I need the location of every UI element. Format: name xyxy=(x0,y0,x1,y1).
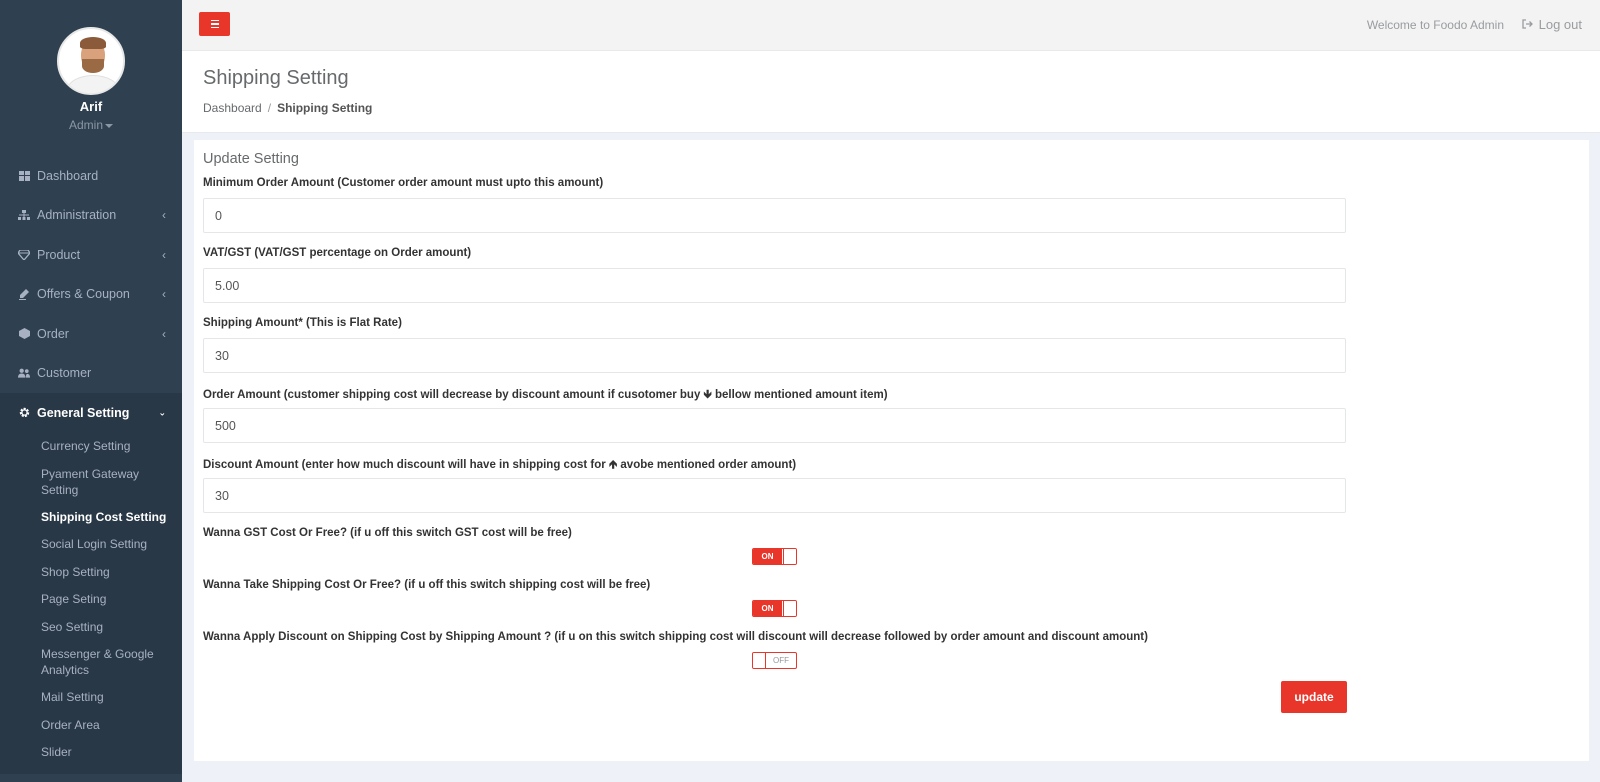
toggle-state-label: OFF xyxy=(773,656,789,665)
chevron-left-icon: ‹ xyxy=(162,208,166,223)
sitemap-icon xyxy=(18,209,30,221)
submenu-item-currency-setting[interactable]: Currency Setting xyxy=(0,433,182,461)
sidebar-item-label: Product xyxy=(37,247,81,262)
page-heading: Shipping Setting Dashboard / Shipping Sett… xyxy=(182,51,1600,133)
shipping-cost-toggle-switch[interactable]: ON xyxy=(752,600,797,617)
sidebar-item-order[interactable]: Order ‹ xyxy=(0,314,182,354)
topbar: Welcome to Foodo Admin Log out xyxy=(182,0,1600,51)
panel-title: Update Setting xyxy=(203,151,299,167)
logout-link[interactable]: Log out xyxy=(1521,17,1582,32)
sidebar-item-administration[interactable]: Administration ‹ xyxy=(0,196,182,236)
breadcrumb-dashboard[interactable]: Dashboard xyxy=(203,101,262,115)
hamburger-icon-line xyxy=(210,23,219,25)
sidebar-item-label: Dashboard xyxy=(37,168,99,183)
logout-label: Log out xyxy=(1538,17,1582,32)
sidebar-item-dashboard[interactable]: Dashboard xyxy=(0,156,182,196)
update-button[interactable]: update xyxy=(1281,681,1347,713)
sidebar-item-label: Customer xyxy=(37,366,92,381)
arrow-down-icon: 🡻 xyxy=(703,389,712,401)
gst-switch-label: Wanna GST Cost Or Free? (if u off this s… xyxy=(203,527,572,539)
sidebar-item-label: Order xyxy=(37,326,69,341)
welcome-message: Welcome to Foodo Admin xyxy=(1366,18,1504,32)
chevron-down-icon: ⌄ xyxy=(158,407,166,418)
breadcrumb-separator: / xyxy=(267,101,272,115)
vat-gst-input[interactable] xyxy=(203,268,1346,303)
chevron-left-icon: ‹ xyxy=(162,247,166,262)
dashboard-icon xyxy=(18,170,30,182)
submenu-item-seo-setting[interactable]: Seo Setting xyxy=(0,613,182,641)
toggle-state-label: ON xyxy=(753,549,782,564)
order-amount-label-text: Order Amount (customer shipping cost wil… xyxy=(203,389,701,401)
discount-amount-label-text-after: avobe mentioned order amount) xyxy=(620,459,797,471)
users-icon xyxy=(18,367,30,379)
shipping-amount-input[interactable] xyxy=(203,338,1346,373)
gear-icon xyxy=(18,407,30,419)
profile-role-label: Admin xyxy=(68,118,103,132)
sidebar-nav: Dashboard Administration ‹ Product ‹ Off… xyxy=(0,156,182,774)
hamburger-icon xyxy=(210,19,219,22)
page-title: Shipping Setting xyxy=(203,67,349,89)
discount-amount-input[interactable] xyxy=(203,478,1346,513)
toggle-knob xyxy=(753,653,766,668)
toggle-knob xyxy=(783,601,796,616)
sidebar-item-general-setting[interactable]: General Setting ⌄ xyxy=(0,393,182,433)
submenu-item-slider[interactable]: Slider xyxy=(0,739,182,767)
avatar[interactable] xyxy=(57,27,125,95)
caret-down-icon xyxy=(105,123,113,128)
discount-toggle-switch[interactable]: OFF xyxy=(752,652,797,669)
submenu-item-shop-setting[interactable]: Shop Setting xyxy=(0,558,182,586)
menu-toggle-button[interactable] xyxy=(199,12,230,36)
sidebar: Arif Admin Dashboard Administration ‹ Pr… xyxy=(0,0,182,782)
toggle-knob xyxy=(783,549,796,564)
submenu-item-social-login-setting[interactable]: Social Login Setting xyxy=(0,531,182,559)
minimum-order-amount-input[interactable] xyxy=(203,198,1346,233)
diamond-icon xyxy=(18,249,30,261)
chevron-left-icon: ‹ xyxy=(162,287,166,302)
discount-switch-label: Wanna Apply Discount on Shipping Cost by… xyxy=(203,631,1148,643)
toggle-state-label: ON xyxy=(753,601,782,616)
edit-icon xyxy=(18,288,30,300)
submenu-item-mail-setting[interactable]: Mail Setting xyxy=(0,684,182,712)
hamburger-icon-line xyxy=(210,26,219,29)
submenu-item-payment-gateway-setting[interactable]: Pyament Gateway Setting xyxy=(0,460,182,503)
profile-name: Arif xyxy=(79,99,103,114)
order-amount-input[interactable] xyxy=(203,408,1346,443)
sidebar-item-product[interactable]: Product ‹ xyxy=(0,235,182,275)
sidebar-item-offers-coupon[interactable]: Offers & Coupon ‹ xyxy=(0,275,182,315)
order-amount-label-text-after: bellow mentioned amount item) xyxy=(715,389,888,401)
chevron-left-icon: ‹ xyxy=(162,326,166,341)
cube-icon xyxy=(18,328,30,340)
profile-role-dropdown[interactable]: Admin xyxy=(0,118,182,132)
sidebar-item-customer[interactable]: Customer xyxy=(0,354,182,394)
minimum-order-amount-label: Minimum Order Amount (Customer order amo… xyxy=(203,177,604,189)
arrow-up-icon: 🡹 xyxy=(608,459,618,471)
sidebar-item-label: General Setting xyxy=(37,405,130,420)
submenu-item-shipping-cost-setting[interactable]: Shipping Cost Setting xyxy=(0,503,182,531)
submenu-item-messenger-google-analytics[interactable]: Messenger & Google Analytics xyxy=(0,641,182,684)
profile: Arif Admin xyxy=(0,0,182,132)
vat-gst-label: VAT/GST (VAT/GST percentage on Order amo… xyxy=(203,247,472,259)
discount-amount-label: Discount Amount (enter how much discount… xyxy=(203,457,796,476)
sidebar-item-label: Offers & Coupon xyxy=(37,287,130,302)
order-amount-label: Order Amount (customer shipping cost wil… xyxy=(203,387,888,406)
shipping-switch-label: Wanna Take Shipping Cost Or Free? (if u … xyxy=(203,579,651,591)
sidebar-item-label: Administration xyxy=(37,208,117,223)
sign-out-icon xyxy=(1521,18,1533,32)
breadcrumb-current: Shipping Setting xyxy=(277,101,373,115)
breadcrumb: Dashboard / Shipping Setting xyxy=(203,101,372,115)
shipping-amount-label: Shipping Amount* (This is Flat Rate) xyxy=(203,317,402,329)
submenu-general-setting: Currency Setting Pyament Gateway Setting… xyxy=(0,432,182,774)
discount-amount-label-text: Discount Amount (enter how much discount… xyxy=(203,459,606,471)
gst-toggle-switch[interactable]: ON xyxy=(752,548,797,565)
submenu-item-order-area[interactable]: Order Area xyxy=(0,711,182,739)
settings-panel: Update Setting Minimum Order Amount (Cus… xyxy=(194,140,1589,761)
submenu-item-page-setting[interactable]: Page Seting xyxy=(0,586,182,614)
